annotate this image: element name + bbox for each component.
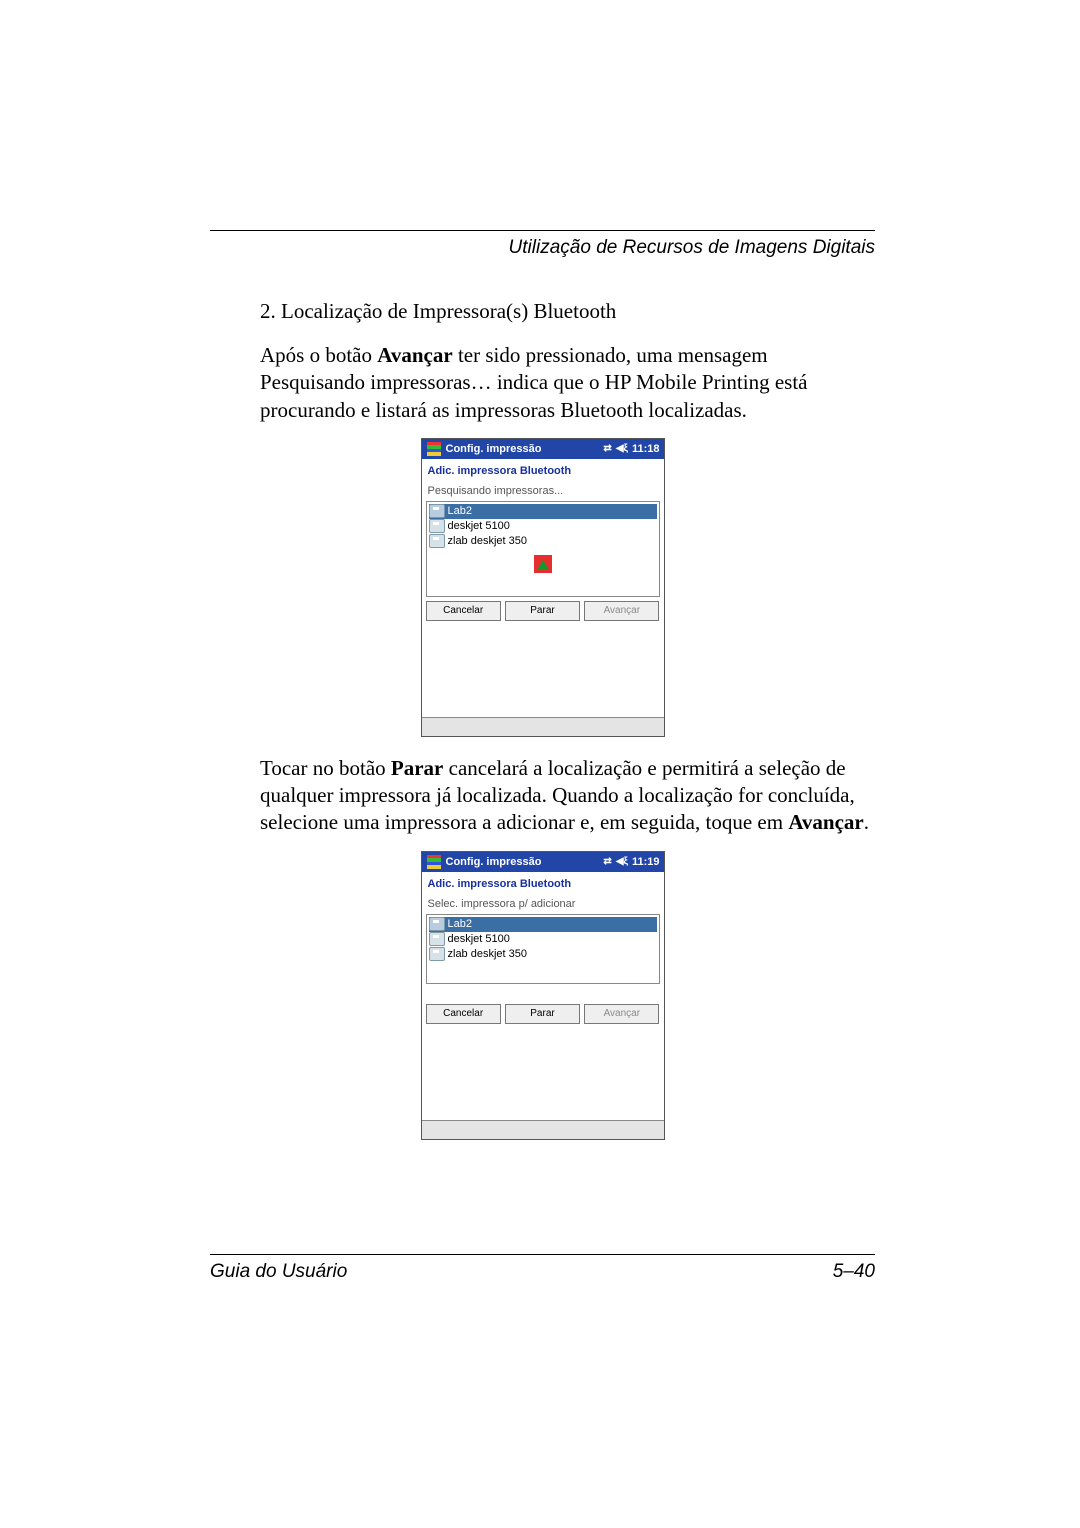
list-item[interactable]: deskjet 5100 <box>429 519 657 534</box>
searching-animation-icon <box>429 555 657 573</box>
stop-button[interactable]: Parar <box>505 1004 580 1024</box>
start-icon[interactable] <box>426 854 442 870</box>
para1-bold: Avançar <box>377 343 452 367</box>
clock-2: 11:19 <box>632 852 660 872</box>
instruction-1: Pesquisando impressoras... <box>422 485 664 501</box>
sound-icon[interactable]: ◀ξ <box>616 439 628 459</box>
window-title-2: Config. impressão <box>446 852 604 872</box>
screen-subtitle-2: Adic. impressora Bluetooth <box>422 872 664 898</box>
list-item[interactable]: Lab2 <box>429 917 657 932</box>
instruction-2: Selec. impressora p/ adicionar <box>422 898 664 914</box>
stop-button[interactable]: Parar <box>505 601 580 621</box>
printer-listbox-2[interactable]: Lab2 deskjet 5100 zlab deskjet 350 <box>426 914 660 984</box>
next-button: Avançar <box>584 1004 659 1024</box>
screenshot-1-wrap: Config. impressão ⇄ ◀ξ 11:18 Adic. impre… <box>210 438 875 737</box>
sip-bar-1[interactable] <box>422 717 664 736</box>
paragraph-1: Após o botão Avançar ter sido pressionad… <box>260 342 875 424</box>
printer-listbox-1[interactable]: Lab2 deskjet 5100 zlab deskjet 350 <box>426 501 660 597</box>
printer-icon <box>429 932 445 946</box>
page-footer: Guia do Usuário 5–40 <box>210 1254 875 1283</box>
blank-area-2 <box>422 1028 664 1120</box>
next-button: Avançar <box>584 601 659 621</box>
printer-icon <box>429 917 445 931</box>
para2-bold1: Parar <box>391 756 443 780</box>
sip-bar-2[interactable] <box>422 1120 664 1139</box>
para1-pre: Após o botão <box>260 343 377 367</box>
printer-icon <box>429 504 445 518</box>
list-item[interactable]: zlab deskjet 350 <box>429 947 657 962</box>
item-label: deskjet 5100 <box>448 520 510 532</box>
tray-icons-1: ⇄ ◀ξ 11:18 <box>603 439 659 459</box>
list-item[interactable]: zlab deskjet 350 <box>429 534 657 549</box>
chapter-title: Utilização de Recursos de Imagens Digita… <box>210 237 875 259</box>
item-label: deskjet 5100 <box>448 933 510 945</box>
printer-icon <box>429 519 445 533</box>
para2-pre: Tocar no botão <box>260 756 391 780</box>
printer-icon <box>429 947 445 961</box>
titlebar-1: Config. impressão ⇄ ◀ξ 11:18 <box>422 439 664 459</box>
item-label: Lab2 <box>448 918 472 930</box>
window-title-1: Config. impressão <box>446 439 604 459</box>
pda-screenshot-2: Config. impressão ⇄ ◀ξ 11:19 Adic. impre… <box>421 851 665 1140</box>
para2-post: . <box>864 810 869 834</box>
button-row-2: Cancelar Parar Avançar <box>422 1000 664 1028</box>
tray-icons-2: ⇄ ◀ξ 11:19 <box>603 852 659 872</box>
step-number: 2. <box>260 299 276 323</box>
pda-screenshot-1: Config. impressão ⇄ ◀ξ 11:18 Adic. impre… <box>421 438 665 737</box>
cancel-button[interactable]: Cancelar <box>426 601 501 621</box>
screenshot-2-wrap: Config. impressão ⇄ ◀ξ 11:19 Adic. impre… <box>210 851 875 1140</box>
connection-icon[interactable]: ⇄ <box>603 439 611 459</box>
clock-1: 11:18 <box>632 439 660 459</box>
printer-icon <box>429 534 445 548</box>
start-icon[interactable] <box>426 441 442 457</box>
titlebar-2: Config. impressão ⇄ ◀ξ 11:19 <box>422 852 664 872</box>
list-item[interactable]: deskjet 5100 <box>429 932 657 947</box>
step-text: Localização de Impressora(s) Bluetooth <box>281 299 616 323</box>
item-label: zlab deskjet 350 <box>448 948 528 960</box>
blank-area-1 <box>422 625 664 717</box>
page: Utilização de Recursos de Imagens Digita… <box>0 0 1080 1528</box>
screen-subtitle-1: Adic. impressora Bluetooth <box>422 459 664 485</box>
sound-icon[interactable]: ◀ξ <box>616 852 628 872</box>
footer-rule <box>210 1254 875 1255</box>
para2-bold2: Avançar <box>788 810 863 834</box>
item-label: zlab deskjet 350 <box>448 535 528 547</box>
item-label: Lab2 <box>448 505 472 517</box>
step-heading: 2. Localização de Impressora(s) Bluetoot… <box>260 299 875 324</box>
button-row-1: Cancelar Parar Avançar <box>422 597 664 625</box>
footer-left: Guia do Usuário <box>210 1261 347 1283</box>
cancel-button[interactable]: Cancelar <box>426 1004 501 1024</box>
paragraph-2: Tocar no botão Parar cancelará a localiz… <box>260 755 875 837</box>
header-rule <box>210 230 875 231</box>
connection-icon[interactable]: ⇄ <box>603 852 611 872</box>
list-item[interactable]: Lab2 <box>429 504 657 519</box>
footer-right: 5–40 <box>833 1261 875 1283</box>
